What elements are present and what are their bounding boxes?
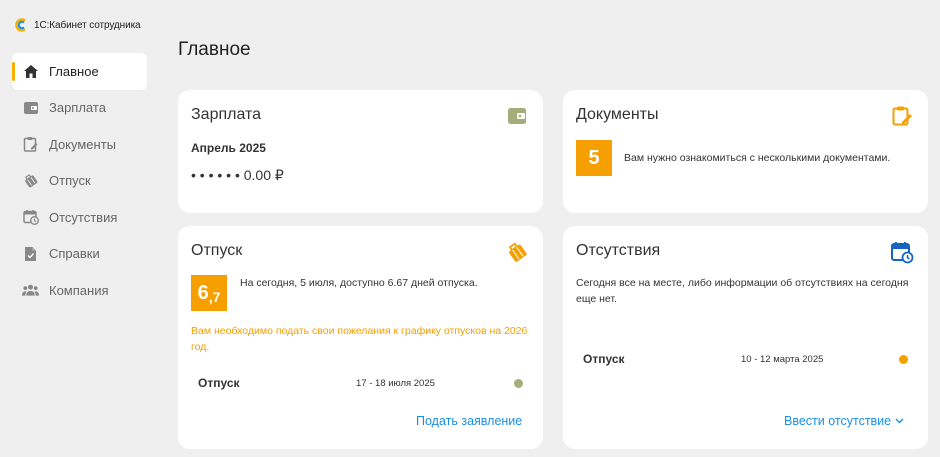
status-dot bbox=[899, 355, 908, 364]
absence-row-dates: 10 - 12 марта 2025 bbox=[741, 354, 824, 365]
sidebar-item-label: Справки bbox=[49, 246, 100, 262]
vacation-row-dates: 17 - 18 июля 2025 bbox=[356, 378, 435, 389]
app-title: 1С:Кабинет сотрудника bbox=[34, 19, 141, 31]
home-icon bbox=[22, 63, 39, 80]
calendar-clock-icon bbox=[890, 240, 914, 264]
sidebar-nav: Главное Зарплата Документы Отпуск Отсутс… bbox=[12, 53, 147, 309]
absences-text: Сегодня все на месте, либо информации об… bbox=[576, 277, 909, 305]
sidebar-item-certificates[interactable]: Справки bbox=[12, 236, 147, 273]
sidebar-item-absences[interactable]: Отсутствия bbox=[12, 199, 147, 236]
documents-count-badge: 5 bbox=[576, 140, 612, 176]
salary-amount[interactable]: • • • • • • 0.00 ₽ bbox=[191, 167, 284, 184]
suitcase-icon bbox=[505, 240, 529, 264]
vacation-warning[interactable]: Вам необходимо подать свои пожелания к г… bbox=[191, 323, 531, 355]
submit-request-button[interactable]: Подать заявление bbox=[416, 414, 522, 428]
sidebar-item-salary[interactable]: Зарплата bbox=[12, 90, 147, 127]
vacation-days-fraction: ,7 bbox=[208, 289, 221, 305]
sidebar-item-label: Компания bbox=[49, 282, 109, 298]
sidebar-item-home[interactable]: Главное bbox=[12, 53, 147, 90]
vacation-card[interactable]: Отпуск 6,7 На сегодня, 5 июля, доступно … bbox=[178, 226, 543, 449]
sidebar-item-label: Отпуск bbox=[49, 173, 91, 189]
app-brand[interactable]: 1С:Кабинет сотрудника bbox=[14, 18, 141, 32]
salary-card[interactable]: Зарплата Апрель 2025 • • • • • • 0.00 ₽ bbox=[178, 90, 543, 213]
absence-row-label[interactable]: Отпуск bbox=[583, 352, 625, 366]
submit-request-label: Подать заявление bbox=[416, 414, 523, 428]
add-absence-button[interactable]: Ввести отсутствие bbox=[784, 414, 904, 428]
people-icon bbox=[22, 282, 39, 299]
page-title: Главное bbox=[178, 39, 251, 60]
document-icon bbox=[22, 245, 39, 262]
vacation-balance-text: На сегодня, 5 июля, доступно 6.67 дней о… bbox=[240, 277, 478, 289]
wallet-icon bbox=[505, 104, 529, 128]
sidebar-item-label: Отсутствия bbox=[49, 209, 118, 225]
documents-card[interactable]: Документы 5 Вам нужно ознакомиться с нес… bbox=[563, 90, 928, 213]
card-title: Зарплата bbox=[191, 106, 262, 123]
vacation-days-badge: 6,7 bbox=[191, 275, 227, 311]
sidebar-item-label: Главное bbox=[49, 63, 99, 79]
1c-logo-icon bbox=[15, 18, 26, 32]
wallet-icon bbox=[22, 99, 39, 116]
status-dot bbox=[514, 379, 523, 388]
sidebar-item-label: Зарплата bbox=[49, 100, 106, 116]
card-title: Отсутствия bbox=[576, 242, 661, 259]
card-title: Документы bbox=[576, 106, 659, 123]
salary-period: Апрель 2025 bbox=[191, 141, 266, 155]
sidebar-item-vacation[interactable]: Отпуск bbox=[12, 163, 147, 200]
sidebar-item-label: Документы bbox=[49, 136, 117, 152]
sidebar-item-documents[interactable]: Документы bbox=[12, 126, 147, 163]
add-absence-label: Ввести отсутствие bbox=[784, 414, 892, 428]
suitcase-icon bbox=[22, 172, 39, 189]
clipboard-edit-icon bbox=[890, 104, 914, 128]
card-title: Отпуск bbox=[191, 242, 243, 259]
sidebar-item-company[interactable]: Компания bbox=[12, 272, 147, 309]
absences-card[interactable]: Отсутствия Сегодня все на месте, либо ин… bbox=[563, 226, 928, 449]
vacation-row-label[interactable]: Отпуск bbox=[198, 376, 240, 390]
chevron-down-icon bbox=[895, 418, 904, 424]
clipboard-icon bbox=[22, 136, 39, 153]
calendar-clock-icon bbox=[22, 209, 39, 226]
vacation-days-whole: 6 bbox=[197, 281, 209, 304]
documents-text: Вам нужно ознакомиться с несколькими док… bbox=[624, 152, 891, 164]
